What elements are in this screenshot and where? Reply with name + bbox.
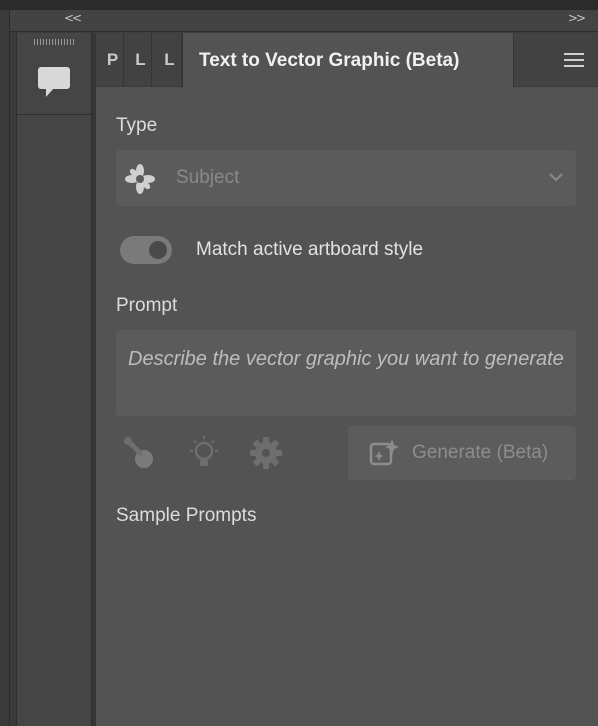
text-to-vector-panel: P L L Text to Vector Graphic (Beta) Type… — [96, 33, 598, 726]
toggle-knob — [149, 241, 167, 259]
prompt-label: Prompt — [116, 295, 178, 316]
tab-stub-1[interactable]: P — [96, 33, 124, 87]
flower-icon — [125, 164, 155, 194]
lightbulb-icon — [190, 436, 218, 466]
hamburger-menu-icon[interactable] — [564, 53, 584, 67]
match-style-label: Match active artboard style — [196, 239, 424, 260]
generate-sparkle-icon — [369, 439, 399, 466]
prompt-input[interactable]: Describe the vector graphic you want to … — [116, 330, 576, 416]
chevron-down-icon — [549, 173, 563, 182]
tab-stub-3[interactable]: L — [152, 33, 182, 87]
type-label: Type — [116, 115, 158, 136]
type-selected-value: Subject — [176, 167, 240, 188]
speech-bubble-icon — [38, 66, 70, 97]
tab-stub-2[interactable]: L — [124, 33, 152, 87]
sample-prompts-label: Sample Prompts — [116, 505, 257, 526]
collapse-left-button[interactable]: << — [64, 11, 82, 25]
color-picker-button[interactable] — [120, 433, 160, 473]
left-panel-edge — [0, 10, 10, 726]
collapse-right-button[interactable]: >> — [568, 11, 586, 25]
comments-dock-button[interactable] — [17, 49, 91, 115]
dock-grip-handle[interactable] — [34, 39, 74, 45]
app-top-bar — [0, 0, 598, 10]
panel-tab-bar: P L L Text to Vector Graphic (Beta) — [96, 33, 598, 88]
settings-button[interactable] — [246, 433, 286, 473]
generate-button-label: Generate (Beta) — [412, 442, 549, 463]
match-style-toggle[interactable] — [120, 236, 172, 264]
tab-text-to-vector[interactable]: Text to Vector Graphic (Beta) — [182, 33, 514, 88]
type-dropdown[interactable]: Subject — [116, 150, 576, 206]
icon-dock — [16, 33, 92, 726]
color-picker-icon — [124, 437, 153, 468]
gear-icon — [250, 437, 282, 469]
inspiration-button[interactable] — [184, 433, 224, 473]
panel-collapse-bar: << >> — [10, 10, 598, 32]
generate-button[interactable]: Generate (Beta) — [348, 426, 576, 480]
